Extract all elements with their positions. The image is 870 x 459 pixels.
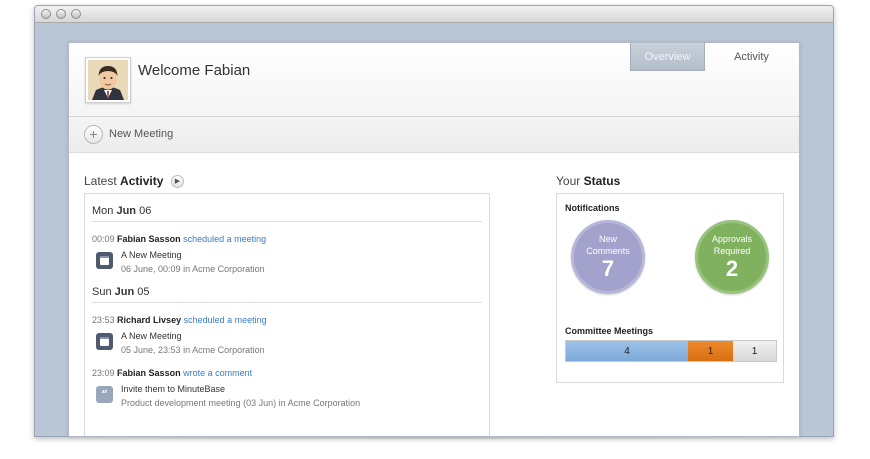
your-status-heading: Your Status bbox=[556, 174, 621, 188]
avatar[interactable] bbox=[85, 57, 131, 103]
arrow-right-icon[interactable]: ▶ bbox=[171, 175, 184, 188]
user-link[interactable]: Fabian Sasson bbox=[117, 368, 181, 378]
approvals-label-1: Approvals bbox=[711, 234, 753, 244]
divider bbox=[92, 302, 482, 303]
day-heading: Sun Jun 05 bbox=[92, 286, 150, 298]
committee-meetings-label: Committee Meetings bbox=[565, 326, 654, 336]
user-link[interactable]: Richard Livsey bbox=[117, 315, 181, 325]
meeting-detail: 06 June, 00:09 in Acme Corporation bbox=[121, 264, 265, 274]
activity-feed: Mon Jun 06 00:09 Fabian Sasson scheduled… bbox=[84, 193, 490, 436]
divider bbox=[92, 221, 482, 222]
action-link[interactable]: scheduled a meeting bbox=[184, 315, 267, 325]
action-link[interactable]: wrote a comment bbox=[183, 368, 252, 378]
minimize-window-button[interactable] bbox=[56, 9, 66, 19]
committee-segment-grey[interactable]: 1 bbox=[733, 341, 776, 361]
dashboard-header: Welcome Fabian Overview Activity bbox=[69, 43, 799, 117]
meeting-detail: 05 June, 23:53 in Acme Corporation bbox=[121, 345, 265, 355]
close-window-button[interactable] bbox=[41, 9, 51, 19]
notifications-label: Notifications bbox=[565, 203, 620, 213]
action-link[interactable]: scheduled a meeting bbox=[183, 234, 266, 244]
dashboard-panel: Welcome Fabian Overview Activity + New M… bbox=[68, 42, 800, 437]
plus-icon[interactable]: + bbox=[84, 125, 103, 144]
user-portrait-icon bbox=[88, 60, 128, 100]
quote-icon: “ bbox=[96, 386, 113, 403]
tab-overview[interactable]: Overview bbox=[630, 43, 705, 71]
calendar-icon bbox=[96, 252, 113, 269]
activity-event-line: 23:09 Fabian Sasson wrote a comment bbox=[92, 368, 253, 378]
comment-detail: Product development meeting (03 Jun) in … bbox=[121, 398, 361, 408]
committee-segment-blue[interactable]: 4 bbox=[566, 341, 688, 361]
page-shadow bbox=[0, 437, 870, 439]
new-comments-label-1: New bbox=[598, 234, 617, 244]
meeting-title-link[interactable]: A New Meeting bbox=[121, 250, 182, 260]
approvals-required-badge[interactable]: Approvals Required 2 bbox=[695, 220, 769, 294]
welcome-heading: Welcome Fabian bbox=[138, 62, 251, 79]
new-comments-count: 7 bbox=[601, 256, 615, 281]
user-link[interactable]: Fabian Sasson bbox=[117, 234, 181, 244]
day-heading: Mon Jun 06 bbox=[92, 205, 152, 217]
new-meeting-button[interactable]: New Meeting bbox=[109, 128, 173, 140]
action-toolbar: + New Meeting bbox=[69, 117, 799, 153]
zoom-window-button[interactable] bbox=[71, 9, 81, 19]
calendar-icon bbox=[96, 333, 113, 350]
tab-activity[interactable]: Activity bbox=[714, 43, 789, 71]
meeting-title-link[interactable]: A New Meeting bbox=[121, 331, 182, 341]
window-titlebar bbox=[35, 6, 833, 23]
new-comments-badge[interactable]: New Comments 7 bbox=[571, 220, 645, 294]
committee-segment-orange[interactable]: 1 bbox=[688, 341, 733, 361]
activity-event-line: 00:09 Fabian Sasson scheduled a meeting bbox=[92, 234, 267, 244]
approvals-count: 2 bbox=[725, 256, 739, 281]
committee-meetings-bar: 4 1 1 bbox=[565, 340, 777, 362]
latest-activity-heading: Latest Activity bbox=[84, 174, 164, 188]
activity-event-line: 23:53 Richard Livsey scheduled a meeting bbox=[92, 315, 267, 325]
status-box: Notifications New Comments 7 Approvals R… bbox=[556, 193, 784, 383]
comment-title-link[interactable]: Invite them to MinuteBase bbox=[121, 384, 225, 394]
